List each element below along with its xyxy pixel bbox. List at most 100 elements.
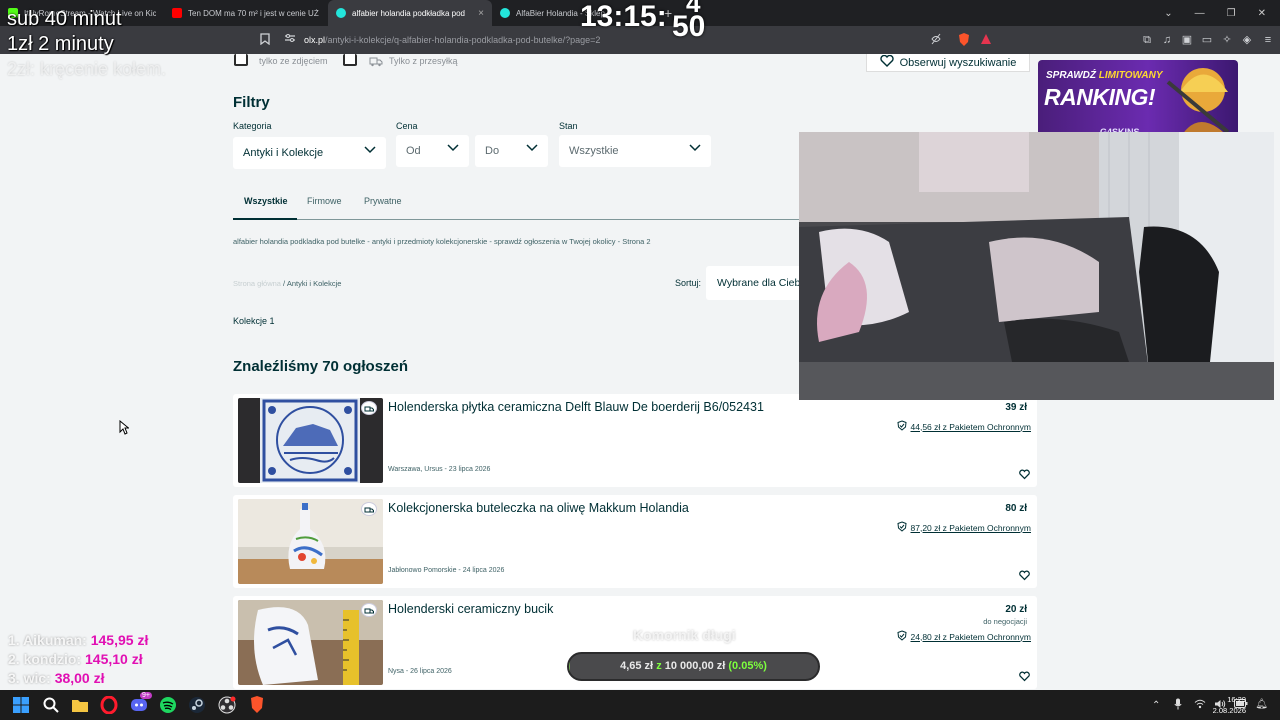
listing-card[interactable]: Kolekcjonerska buteleczka na oliwę Makku… xyxy=(233,495,1037,588)
browser-tab-active[interactable]: alfabier holandia podkładka pod × xyxy=(328,0,492,26)
donor-name: 2. kondzio: xyxy=(8,651,82,667)
seo-description: alfabier holandia podkladka pod butelke … xyxy=(233,237,651,246)
media-icon[interactable]: ♫ xyxy=(1160,33,1174,47)
opera-icon[interactable] xyxy=(100,695,118,715)
tray-overflow-icon[interactable]: ⌃ xyxy=(1152,700,1160,711)
search-icon[interactable] xyxy=(42,696,60,714)
listing-location-date: Warszawa, Ursus - 23 lipca 2026 xyxy=(388,466,491,473)
overlay-wheel-line: 2zł: kręcenie kołem. xyxy=(7,59,167,79)
tab-private[interactable]: Prywatne xyxy=(364,196,402,206)
maximize-button[interactable]: ❐ xyxy=(1227,8,1236,19)
protection-package-link[interactable]: 44,56 zł z Pakietem Ochronnym xyxy=(896,420,1031,433)
windows-start-icon[interactable] xyxy=(12,696,30,714)
tab-business[interactable]: Firmowe xyxy=(307,196,342,206)
webcam-feed xyxy=(799,132,1274,400)
protection-package-link[interactable]: 87,20 zł z Pakietem Ochronnym xyxy=(896,521,1031,534)
wifi-icon[interactable] xyxy=(1194,699,1206,712)
tab-title: alfabier holandia podkładka pod xyxy=(352,8,465,18)
shield-check-icon xyxy=(896,420,907,433)
listing-location-date: Nysa - 26 lipca 2026 xyxy=(388,668,452,675)
protection-package-link[interactable]: 24,80 zł z Pakietem Ochronnym xyxy=(896,630,1031,643)
category-select[interactable]: Antyki i Kolekcje xyxy=(233,137,386,169)
vpn-icon[interactable]: ◈ xyxy=(1240,33,1254,47)
chevron-down-icon xyxy=(364,145,376,155)
brave-browser-icon[interactable] xyxy=(248,696,266,714)
only-photo-checkbox[interactable] xyxy=(234,54,248,66)
only-shipping-checkbox[interactable] xyxy=(343,54,357,66)
favorite-heart-icon[interactable] xyxy=(1019,669,1030,682)
breadcrumb-current[interactable]: Antyki i Kolekcje xyxy=(287,279,342,288)
system-clock[interactable]: 16:29 2.08.2026 xyxy=(1213,694,1246,716)
microphone-icon[interactable] xyxy=(1174,698,1182,713)
mouse-cursor-icon xyxy=(119,419,130,440)
url-host: olx.pl xyxy=(304,35,326,45)
promo-character-icon xyxy=(1166,68,1233,142)
olx-favicon-icon xyxy=(336,8,346,18)
donor-amount: 145,10 zł xyxy=(85,651,143,667)
sidebar-icon[interactable]: ▣ xyxy=(1180,33,1194,47)
observe-search-label: Obserwuj wyszukiwanie xyxy=(899,56,1017,69)
browser-tab[interactable]: Ten DOM ma 70 m² i jest w cenie UŻ xyxy=(164,0,328,26)
delivery-icon xyxy=(361,401,377,415)
observe-search-button[interactable]: Obserwuj wyszukiwanie xyxy=(866,54,1030,72)
bookmark-icon[interactable] xyxy=(258,33,272,47)
url-field[interactable]: olx.pl/antyki-i-kolekcje/q-alfabier-hola… xyxy=(304,26,600,54)
close-tab-icon[interactable]: × xyxy=(478,8,484,19)
minimize-button[interactable]: — xyxy=(1195,8,1205,19)
tab-all[interactable]: Wszystkie xyxy=(244,196,288,206)
goal-progress-text: 4,65 zł z 10 000,00 zł (0.05%) xyxy=(620,660,767,672)
site-info-icon[interactable] xyxy=(283,33,297,47)
donor-name: 1. Aikuman: xyxy=(8,632,87,648)
filters-heading: Filtry xyxy=(233,94,270,111)
donor-name: 3. wic: xyxy=(8,670,51,686)
negotiable-note: do negocjacji xyxy=(983,617,1027,626)
listing-title[interactable]: Holenderski ceramiczny bucik xyxy=(388,602,553,616)
active-tab-indicator xyxy=(233,218,297,220)
wallet-icon[interactable]: ▭ xyxy=(1200,33,1214,47)
listing-title[interactable]: Holenderska płytka ceramiczna Delft Blau… xyxy=(388,400,764,414)
price-to-select[interactable]: Do xyxy=(475,135,548,167)
subcategory-link[interactable]: Kolekcje 1 xyxy=(233,316,275,326)
obs-icon[interactable] xyxy=(218,696,236,714)
protection-price: 44,56 zł z Pakietem Ochronnym xyxy=(910,421,1031,432)
overlay-sub-line: sub 40 minut xyxy=(7,8,122,30)
file-explorer-icon[interactable] xyxy=(71,696,89,714)
promo-line1: SPRAWDŹ LIMITOWANY xyxy=(1046,70,1163,81)
delivery-icon xyxy=(361,502,377,516)
breadcrumb-separator: / xyxy=(283,279,286,288)
overlay-zl-line: 1zł 2 minuty xyxy=(7,33,114,55)
close-window-button[interactable]: ✕ xyxy=(1258,8,1266,19)
donor-amount: 38,00 zł xyxy=(54,670,105,686)
brave-rewards-icon[interactable] xyxy=(979,33,993,47)
clock-date: 2.08.2026 xyxy=(1212,706,1246,715)
leo-ai-icon[interactable]: ✧ xyxy=(1220,33,1234,47)
brave-shields-icon[interactable] xyxy=(957,33,971,47)
chevron-down-icon xyxy=(689,143,701,153)
sort-label: Sortuj: xyxy=(675,278,702,288)
listing-card[interactable]: Holenderska płytka ceramiczna Delft Blau… xyxy=(233,394,1037,487)
seller-type-tabs: Wszystkie Firmowe Prywatne xyxy=(233,188,799,220)
state-label: Stan xyxy=(559,121,578,131)
clock-time: 16:29 xyxy=(1227,695,1246,704)
notification-badge: 9+ xyxy=(140,692,152,699)
notifications-bell-icon[interactable]: 🔔︎ xyxy=(1255,699,1268,710)
results-heading: Znaleźliśmy 70 ogłoszeń xyxy=(233,358,409,375)
price-to-value: Do xyxy=(485,145,500,157)
tracker-blocked-icon[interactable] xyxy=(929,33,943,47)
favorite-heart-icon[interactable] xyxy=(1019,467,1030,480)
extensions-icon[interactable]: ⧉ xyxy=(1140,33,1154,47)
listing-price: 20 zł xyxy=(1005,604,1027,615)
promo-banner[interactable]: SPRAWDŹ LIMITOWANY RANKING! G4SKINS xyxy=(1038,60,1238,142)
windows-taskbar: 9+ ⌃ 16:29 2.08.2026 🔔︎ xyxy=(0,690,1280,720)
listing-title[interactable]: Kolekcjonerska buteleczka na oliwę Makku… xyxy=(388,501,689,515)
menu-icon[interactable]: ≡ xyxy=(1261,33,1275,47)
goal-progress-bar: 4,65 zł z 10 000,00 zł (0.05%) xyxy=(567,652,820,681)
favorite-heart-icon[interactable] xyxy=(1019,568,1030,581)
price-from-select[interactable]: Od xyxy=(396,135,469,167)
donor-ranking-row: 2. kondzio: 145,10 zł xyxy=(8,651,143,667)
spotify-icon[interactable] xyxy=(159,696,177,714)
tab-search-icon[interactable]: ⌄ xyxy=(1164,8,1172,19)
steam-icon[interactable] xyxy=(188,696,206,714)
state-select[interactable]: Wszystkie xyxy=(559,135,711,167)
breadcrumb-home[interactable]: Strona główna xyxy=(233,279,281,288)
